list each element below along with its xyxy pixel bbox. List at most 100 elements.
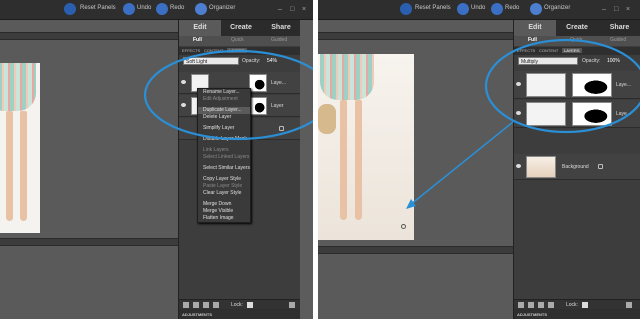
layers-footer: Lock: [514, 299, 640, 309]
undo-icon[interactable] [123, 3, 135, 15]
trash-icon[interactable] [289, 302, 295, 308]
layer-name: Background [562, 164, 589, 170]
reset-panels-icon[interactable] [400, 3, 412, 15]
reset-panels-icon[interactable] [64, 3, 76, 15]
redo-icon[interactable] [491, 3, 503, 15]
adjustments-panel-header[interactable]: ADJUSTMENTS [179, 309, 300, 319]
opacity-value[interactable]: 54% [267, 58, 277, 64]
redo-button[interactable]: Redo [170, 5, 184, 11]
opacity-value[interactable]: 100% [607, 58, 620, 64]
undo-button[interactable]: Undo [137, 5, 151, 11]
visibility-eye-icon[interactable] [516, 111, 521, 115]
lock-transparency-icon[interactable] [582, 302, 588, 308]
context-menu-item: Edit Adjustment [203, 96, 238, 102]
minimize-icon[interactable]: – [278, 6, 285, 13]
context-menu-item[interactable]: Flatten Image [198, 215, 250, 222]
organizer-button[interactable]: Organizer [209, 5, 235, 11]
layer-thumbnail [526, 73, 566, 97]
maximize-icon[interactable]: □ [290, 6, 297, 13]
adjustment-layer-icon[interactable] [528, 302, 534, 308]
context-menu-item[interactable]: Duplicate Layer... [198, 107, 250, 114]
tab-create[interactable]: Create [556, 20, 598, 36]
panel-tabs: EFFECTS CONTENT LAYERS [179, 47, 300, 55]
context-menu-item[interactable]: Delete Layer [198, 114, 250, 121]
adjustment-layer-icon[interactable] [193, 302, 199, 308]
context-menu-item[interactable]: Simplify Layer [198, 125, 250, 132]
tab-edit[interactable]: Edit [179, 20, 221, 36]
visibility-eye-icon[interactable] [516, 164, 521, 168]
link-icon[interactable] [548, 302, 554, 308]
adjustments-panel-header[interactable]: ADJUSTMENTS [514, 309, 640, 319]
context-menu-item[interactable]: Disable Layer Mask [198, 136, 250, 143]
dress-image [320, 54, 374, 100]
blend-mode-select[interactable]: Soft Light [183, 57, 239, 65]
tab-content[interactable]: CONTENT [539, 48, 558, 53]
context-menu-item[interactable]: Clear Layer Style [198, 190, 250, 197]
close-icon[interactable]: × [626, 6, 633, 13]
layer-row[interactable]: Laye... [514, 71, 640, 99]
organizer-button[interactable]: Organizer [544, 5, 570, 11]
visibility-eye-icon[interactable] [181, 80, 186, 84]
layer-row[interactable]: Background [514, 154, 640, 180]
organizer-icon[interactable] [195, 3, 207, 15]
tab-edit[interactable]: Edit [514, 20, 556, 36]
context-menu-item: Paste Layer Style [203, 183, 243, 189]
reset-panels-button[interactable]: Reset Panels [80, 5, 116, 11]
new-layer-icon[interactable] [183, 302, 189, 308]
photo-canvas [318, 54, 414, 240]
layer-name: Laye... [616, 111, 632, 117]
layer-name: Laye... [271, 80, 287, 86]
tab-layers[interactable]: LAYERS [227, 48, 247, 53]
tab-share[interactable]: Share [261, 20, 301, 36]
tab-content[interactable]: CONTENT [204, 48, 223, 53]
lock-label: Lock: [566, 302, 578, 308]
mask-icon[interactable] [203, 302, 209, 308]
layer-thumbnail [526, 102, 566, 126]
leg-image [6, 111, 13, 221]
layer-name: Layer [271, 103, 284, 109]
context-menu-item[interactable]: Copy Layer Style [198, 176, 250, 183]
context-menu-item[interactable]: Rename Layer... [198, 89, 250, 96]
document-tab-strip [318, 32, 513, 40]
reset-panels-button[interactable]: Reset Panels [415, 5, 451, 11]
link-icon[interactable] [213, 302, 219, 308]
leg-image [355, 100, 362, 220]
tab-effects[interactable]: EFFECTS [182, 48, 200, 53]
organizer-icon[interactable] [530, 3, 542, 15]
undo-icon[interactable] [457, 3, 469, 15]
layer-mask-thumbnail[interactable] [572, 102, 612, 126]
layer-mask-thumbnail[interactable] [572, 73, 612, 97]
lock-icon [598, 164, 603, 169]
redo-button[interactable]: Redo [505, 5, 519, 11]
tab-effects[interactable]: EFFECTS [517, 48, 535, 53]
trash-icon[interactable] [626, 302, 632, 308]
tab-layers[interactable]: LAYERS [562, 48, 582, 53]
tab-create[interactable]: Create [221, 20, 261, 36]
redo-icon[interactable] [156, 3, 168, 15]
subtab-full[interactable]: Full [528, 37, 537, 43]
undo-button[interactable]: Undo [471, 5, 485, 11]
context-menu-item[interactable]: Merge Down [198, 201, 250, 208]
visibility-eye-icon[interactable] [516, 82, 521, 86]
visibility-eye-icon[interactable] [181, 103, 186, 107]
close-icon[interactable]: × [302, 6, 309, 13]
subtab-guided[interactable]: Guided [610, 37, 626, 43]
minimize-icon[interactable]: – [602, 6, 609, 13]
tab-share[interactable]: Share [598, 20, 640, 36]
lock-transparency-icon[interactable] [247, 302, 253, 308]
subtab-guided[interactable]: Guided [271, 37, 287, 43]
context-menu-item[interactable]: Select Similar Layers [198, 165, 250, 172]
layers-footer: Lock: [179, 299, 300, 309]
blend-mode-select[interactable]: Multiply [518, 57, 578, 65]
layer-mask-thumbnail[interactable] [249, 74, 267, 92]
subtab-full[interactable]: Full [193, 37, 202, 43]
top-bar: Reset Panels Undo Redo Organizer – □ × [318, 0, 640, 20]
layer-row[interactable]: Laye... [514, 100, 640, 128]
subtab-quick[interactable]: Quick [231, 37, 244, 43]
maximize-icon[interactable]: □ [614, 6, 621, 13]
subtab-quick[interactable]: Quick [570, 37, 583, 43]
context-menu-item[interactable]: Merge Visible [198, 208, 250, 215]
layer-mask-thumbnail[interactable] [249, 97, 267, 115]
new-layer-icon[interactable] [518, 302, 524, 308]
mask-icon[interactable] [538, 302, 544, 308]
